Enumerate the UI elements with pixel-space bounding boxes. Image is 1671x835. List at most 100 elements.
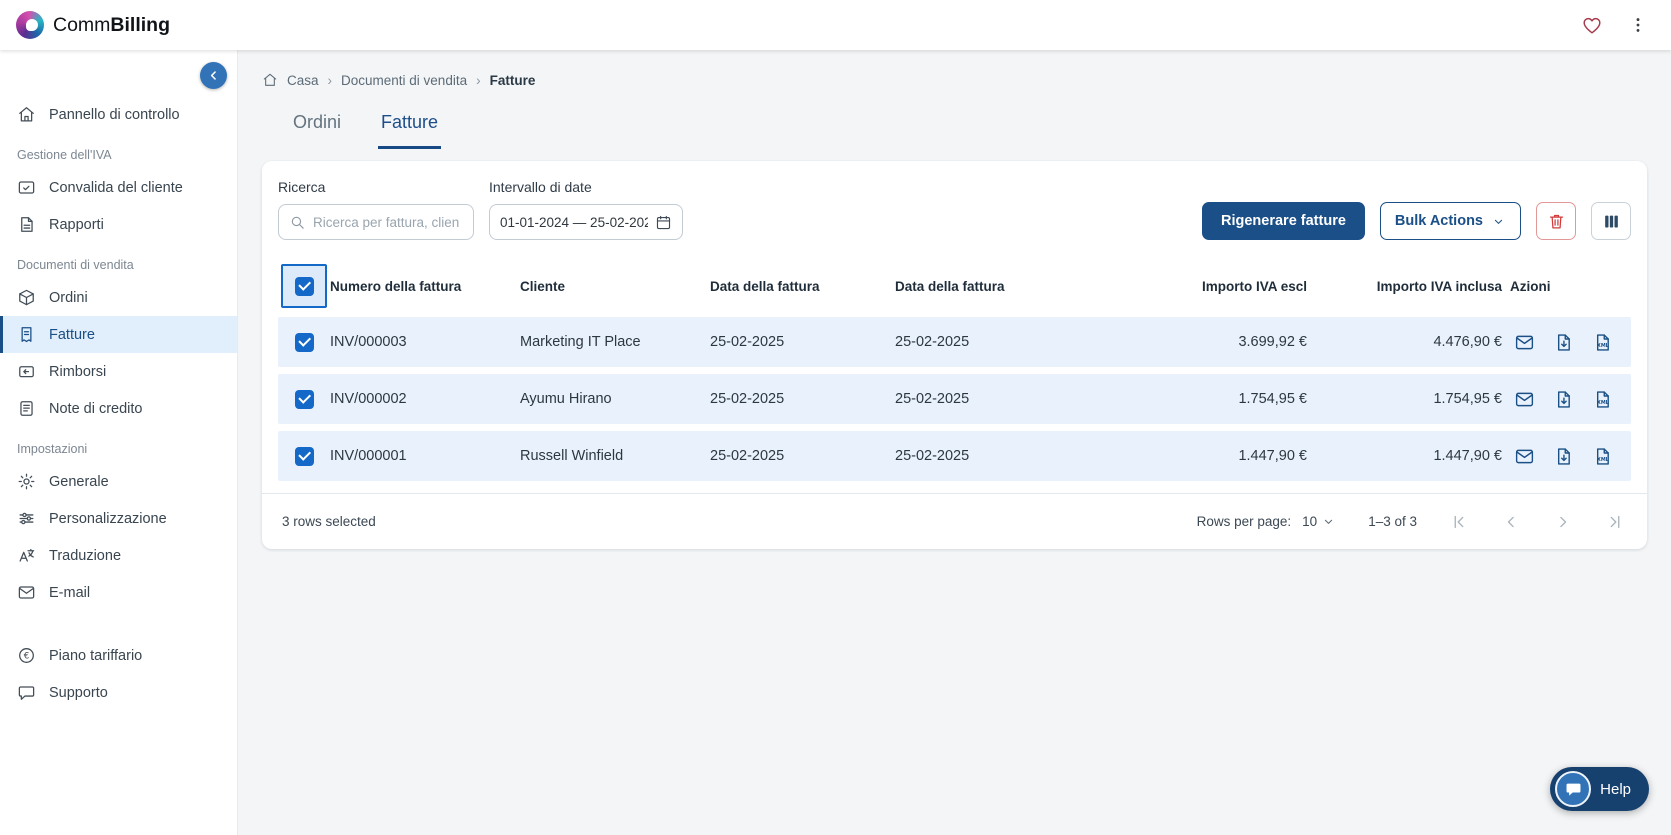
date-range-input-wrap [489,204,683,240]
sidebar-item-generale[interactable]: Generale [0,463,237,500]
kebab-menu-icon [1628,15,1648,35]
download-invoice-action-button[interactable] [1553,388,1575,410]
sidebar-collapse-button[interactable] [200,62,227,89]
pagination-range-text: 1–3 of 3 [1368,514,1417,529]
rows-per-page: Rows per page: 10 [1197,514,1337,529]
credit-note-icon [17,399,36,418]
breadcrumb: Casa › Documenti di vendita › Fatture [262,72,1647,88]
chevron-down-icon [1491,214,1506,229]
home-breadcrumb-icon[interactable] [262,72,278,88]
invoice-number-cell: INV/000002 [330,391,407,407]
breadcrumb-separator: › [327,72,333,88]
download-invoice-action-button[interactable] [1553,445,1575,467]
svg-text:€: € [24,652,30,662]
app-logo-icon [16,11,44,39]
column-header-client[interactable]: Cliente [520,279,710,294]
sidebar-item-label: Rimborsi [49,363,107,380]
next-page-icon [1553,512,1575,532]
previous-page-button[interactable] [1501,511,1523,533]
date-range-input[interactable] [500,214,648,230]
sidebar-item-label: Ordini [49,289,88,306]
column-header-amount-excl[interactable]: Importo IVA escl [1145,279,1315,294]
invoices-table: Numero della fattura Cliente Data della … [278,262,1631,481]
last-page-button[interactable] [1605,511,1627,533]
sidebar-item-pannello-di-controllo[interactable]: Pannello di controllo [0,96,237,133]
sidebar-item-note-di-credito[interactable]: Note di credito [0,390,237,427]
sidebar-item-label: Fatture [49,326,95,343]
next-page-button[interactable] [1553,511,1575,533]
sidebar-item-rimborsi[interactable]: Rimborsi [0,353,237,390]
bulk-actions-button[interactable]: Bulk Actions [1379,202,1521,240]
date-range-label: Intervallo di date [489,179,592,195]
regenerate-invoices-button[interactable]: Rigenerare fatture [1202,202,1365,240]
help-button[interactable]: Help [1550,767,1649,811]
column-settings-button[interactable] [1591,202,1631,240]
table-row[interactable]: INV/000001 Russell Winfield 25-02-2025 2… [278,431,1631,481]
home-icon [17,105,36,124]
translate-icon [17,546,36,565]
first-page-icon [1449,512,1471,532]
client-cell: Marketing IT Place [520,334,641,350]
report-icon [17,215,36,234]
rows-per-page-label: Rows per page: [1196,514,1292,529]
sidebar-item-rapporti[interactable]: Rapporti [0,206,237,243]
row-actions: XML [1510,331,1631,353]
sidebar-item-label: Traduzione [49,547,122,564]
sidebar-item-email[interactable]: E-mail [0,574,237,611]
first-page-button[interactable] [1449,511,1471,533]
download-xml-action-button[interactable]: XML [1592,445,1614,467]
rows-per-page-select[interactable]: 10 [1302,514,1336,529]
svg-text:XML: XML [1597,342,1609,348]
row-actions: XML [1510,388,1631,410]
gear-icon [17,472,36,491]
table-row[interactable]: INV/000002 Ayumu Hirano 25-02-2025 25-02… [278,374,1631,424]
file-download-icon [1553,332,1575,353]
tabs: Ordini Fatture [262,112,1647,149]
send-email-action-button[interactable] [1514,331,1536,353]
breadcrumb-item-casa[interactable]: Casa [287,73,319,88]
table-row[interactable]: INV/000003 Marketing IT Place 25-02-2025… [278,317,1631,367]
tab-fatture[interactable]: Fatture [378,112,442,149]
column-header-invoice-number[interactable]: Numero della fattura [330,279,520,294]
download-xml-action-button[interactable]: XML [1592,331,1614,353]
row-checkbox[interactable] [294,389,314,409]
send-email-action-button[interactable] [1514,388,1536,410]
search-icon [289,214,306,231]
column-header-invoice-date-2[interactable]: Data della fattura [895,279,1145,294]
sidebar-item-supporto[interactable]: Supporto [0,674,237,711]
svg-text:XML: XML [1597,399,1609,405]
main-content: Casa › Documenti di vendita › Fatture Or… [238,50,1671,835]
invoice-icon [17,325,36,344]
sidebar-item-traduzione[interactable]: Traduzione [0,537,237,574]
tab-ordini[interactable]: Ordini [290,112,344,149]
sidebar-item-label: Supporto [49,684,108,701]
row-checkbox-cell [278,446,330,466]
download-xml-action-button[interactable]: XML [1592,388,1614,410]
sidebar-item-piano-tariffario[interactable]: € Piano tariffario [0,637,237,674]
client-cell: Russell Winfield [520,448,624,464]
column-header-amount-incl[interactable]: Importo IVA inclusa [1315,279,1510,294]
sidebar-item-personalizzazione[interactable]: Personalizzazione [0,500,237,537]
envelope-icon [17,583,36,602]
send-email-action-button[interactable] [1514,445,1536,467]
pagination-area: Rows per page: 10 1–3 of 3 [1197,511,1627,533]
sidebar-item-ordini[interactable]: Ordini [0,279,237,316]
breadcrumb-separator: › [476,72,481,88]
amount-incl-cell: 1.754,95 € [1433,391,1502,407]
download-invoice-action-button[interactable] [1553,331,1575,353]
breadcrumb-item-documenti-di-vendita[interactable]: Documenti di vendita [341,73,467,88]
delete-selected-button[interactable] [1536,202,1576,240]
column-header-invoice-date[interactable]: Data della fattura [710,279,895,294]
favorites-heart-button[interactable] [1575,8,1609,42]
row-checkbox-cell [278,332,330,352]
sidebar-item-fatture[interactable]: Fatture [0,316,237,353]
columns-icon [1602,212,1621,231]
search-input[interactable] [313,214,463,230]
envelope-icon [1514,389,1536,410]
select-all-checkbox[interactable] [294,276,314,296]
overflow-menu-button[interactable] [1621,8,1655,42]
sidebar-item-label: Rapporti [49,216,104,233]
row-checkbox[interactable] [294,332,314,352]
row-checkbox[interactable] [294,446,314,466]
sidebar-item-convalida-del-cliente[interactable]: Convalida del cliente [0,169,237,206]
